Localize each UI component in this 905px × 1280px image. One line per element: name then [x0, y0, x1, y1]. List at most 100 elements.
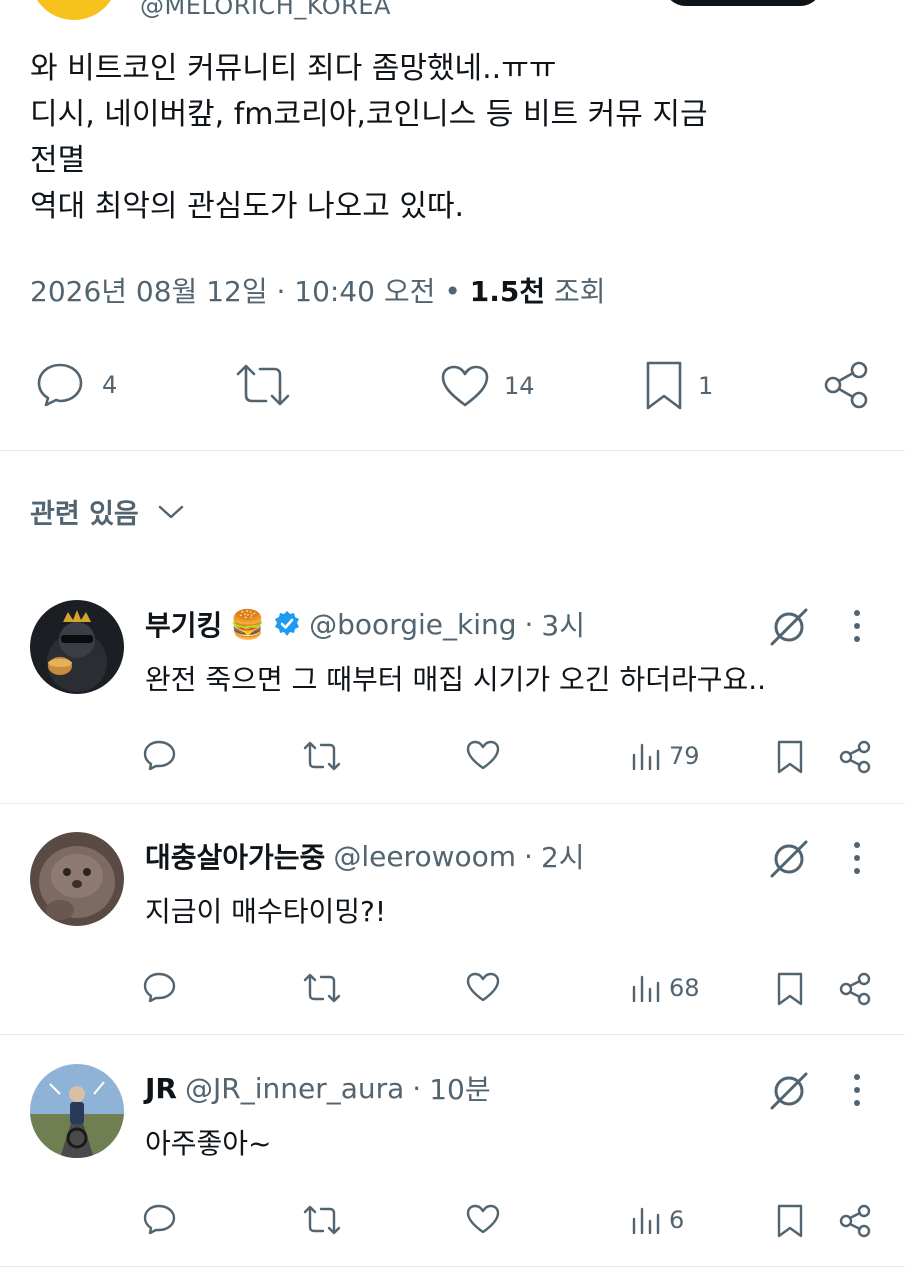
grok-icon[interactable] — [768, 606, 810, 648]
avatar[interactable] — [30, 600, 124, 694]
retweet-icon — [303, 973, 341, 1003]
like-button[interactable] — [466, 1204, 500, 1234]
bookmark-button[interactable] — [776, 972, 804, 1006]
dot-separator: · — [412, 1071, 422, 1105]
grok-icon[interactable] — [768, 1070, 810, 1112]
bookmark-button[interactable] — [776, 1204, 804, 1238]
share-button[interactable] — [838, 972, 872, 1006]
more-icon[interactable] — [850, 840, 864, 876]
reply-icon — [37, 363, 83, 407]
reply-icon — [143, 740, 176, 771]
views-count: 6 — [669, 1206, 685, 1234]
bookmark-button[interactable] — [776, 740, 804, 774]
like-button[interactable]: 14 — [440, 364, 535, 408]
bookmark-button[interactable]: 1 — [644, 360, 713, 412]
reply-icon — [143, 1204, 176, 1235]
like-icon — [441, 365, 489, 407]
like-icon — [466, 1204, 500, 1234]
views-icon — [632, 975, 660, 1002]
views-button[interactable]: 68 — [631, 974, 700, 1002]
reply-count: 4 — [102, 371, 118, 399]
reply-actions: 6 — [0, 1204, 905, 1244]
tweet-date[interactable]: 2026년 08월 12일 · 10:40 오전 — [30, 275, 435, 308]
avatar[interactable] — [30, 1064, 124, 1158]
bookmark-icon — [777, 972, 803, 1006]
verified-icon — [275, 611, 300, 636]
reply-button[interactable]: 4 — [36, 362, 117, 408]
user-name[interactable]: 대충살아가는중 — [145, 836, 325, 876]
avatar[interactable] — [30, 832, 124, 926]
views-count: 68 — [669, 974, 700, 1002]
views-button[interactable]: 79 — [631, 742, 700, 770]
like-icon — [466, 972, 500, 1002]
grok-icon[interactable] — [768, 838, 810, 880]
tweet-meta: 2026년 08월 12일 · 10:40 오전 • 1.5천 조회 — [30, 270, 606, 310]
like-icon — [466, 740, 500, 770]
reply-time[interactable]: 10분 — [429, 1068, 490, 1108]
user-handle[interactable]: @boorgie_king — [309, 608, 516, 641]
share-icon — [839, 972, 871, 1006]
user-handle[interactable]: @JR_inner_aura — [185, 1072, 404, 1105]
user-name[interactable]: JR — [145, 1072, 177, 1105]
reply-text: 지금이 매수타이밍?! — [145, 895, 387, 928]
more-icon[interactable] — [850, 608, 864, 644]
retweet-button[interactable] — [302, 740, 342, 772]
reply-time[interactable]: 2시 — [541, 836, 585, 876]
bookmark-icon — [646, 361, 682, 410]
retweet-icon — [303, 741, 341, 771]
share-button[interactable] — [838, 1204, 872, 1238]
reply-actions: 79 — [0, 740, 905, 780]
follow-button[interactable] — [663, 0, 823, 6]
views-icon — [632, 743, 660, 770]
reply-icon — [143, 972, 176, 1003]
bookmark-count: 1 — [698, 372, 714, 400]
author-handle[interactable]: @MELORICH_KOREA — [140, 0, 391, 20]
divider — [0, 1034, 905, 1035]
bookmark-icon — [777, 1204, 803, 1238]
share-button[interactable] — [822, 360, 870, 410]
reply-header: 부기킹 🍔 @boorgie_king · 3시 — [145, 604, 585, 644]
related-sort-toggle[interactable]: 관련 있음 — [30, 492, 185, 531]
more-icon[interactable] — [850, 1072, 864, 1108]
related-label: 관련 있음 — [30, 499, 139, 530]
dot-separator: · — [524, 607, 534, 641]
views-label: 조회 — [545, 275, 606, 308]
views-button[interactable]: 6 — [631, 1206, 684, 1234]
like-button[interactable] — [466, 972, 500, 1002]
retweet-button[interactable] — [302, 1204, 342, 1236]
reply-button[interactable] — [143, 972, 177, 1004]
tweet-line: 역대 최악의 관심도가 나오고 있따. — [30, 189, 465, 224]
reply-header: JR @JR_inner_aura · 10분 — [145, 1068, 491, 1108]
share-button[interactable] — [838, 740, 872, 774]
share-icon — [839, 740, 871, 774]
retweet-button[interactable] — [234, 362, 292, 408]
like-button[interactable] — [466, 740, 500, 770]
reply-text: 아주좋아~ — [145, 1127, 272, 1160]
tweet-line: 디시, 네이버캎, fm코리아,코인니스 등 비트 커뮤 지금 — [30, 97, 708, 132]
tweet-line: 전멸 — [30, 143, 86, 178]
divider — [0, 803, 905, 804]
views-icon — [632, 1207, 660, 1234]
reply-button[interactable] — [143, 1204, 177, 1236]
tweet-text: 와 비트코인 커뮤니티 죄다 좀망했네..ㅠㅠ 디시, 네이버캎, fm코리아,… — [30, 46, 870, 230]
reply-header: 대충살아가는중 @leerowoom · 2시 — [145, 836, 585, 876]
reply-actions: 68 — [0, 972, 905, 1012]
share-icon — [839, 1204, 871, 1238]
views-count: 79 — [669, 742, 700, 770]
meta-separator: • — [435, 275, 470, 308]
views-count[interactable]: 1.5천 — [470, 275, 545, 308]
author-avatar[interactable] — [30, 0, 118, 20]
divider — [0, 1266, 905, 1267]
reply-time[interactable]: 3시 — [541, 604, 585, 644]
retweet-button[interactable] — [302, 972, 342, 1004]
reply-text: 완전 죽으면 그 때부터 매집 시기가 오긴 하더라구요.. — [145, 663, 767, 696]
bookmark-icon — [777, 740, 803, 774]
reply-button[interactable] — [143, 740, 177, 772]
chevron-down-icon — [158, 505, 183, 518]
divider — [0, 450, 905, 451]
user-name[interactable]: 부기킹 — [145, 604, 222, 644]
dot-separator: · — [524, 839, 533, 873]
share-icon — [824, 361, 868, 409]
like-count: 14 — [504, 372, 535, 400]
user-handle[interactable]: @leerowoom — [333, 840, 516, 873]
